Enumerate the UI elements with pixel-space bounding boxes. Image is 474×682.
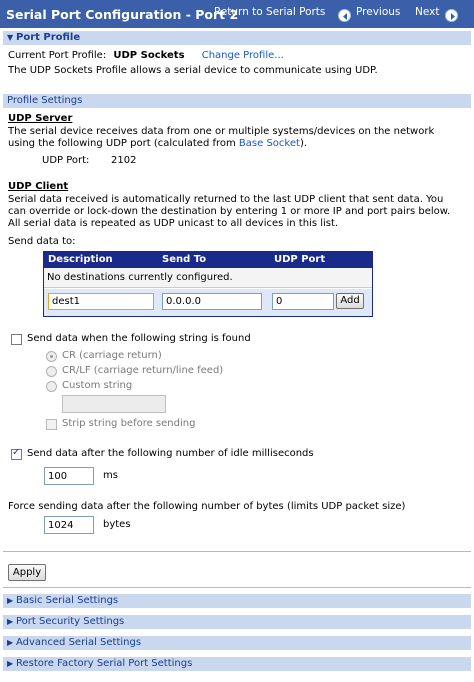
return-to-serial-ports-link[interactable]: Return to Serial Ports — [214, 6, 325, 18]
string-trigger-label: Send data when the following string is f… — [27, 333, 251, 344]
udp-port-input[interactable] — [272, 293, 334, 310]
custom-string-input[interactable] — [62, 395, 166, 413]
udp-server-heading: UDP Server — [8, 113, 73, 124]
section-label: Basic Serial Settings — [16, 595, 119, 606]
profile-settings-section-header: Profile Settings — [3, 94, 471, 108]
profile-settings-section-label: Profile Settings — [7, 95, 83, 106]
radio-crlf-label: CR/LF (carriage return/line feed) — [62, 365, 224, 376]
collapsed-triangle-icon: ▶ — [7, 638, 14, 647]
udp-client-heading: UDP Client — [8, 181, 69, 192]
expanded-triangle-icon: ▼ — [7, 33, 14, 42]
udp-client-desc-line1: Serial data received is automatically re… — [8, 194, 444, 205]
collapsed-triangle-icon: ▶ — [7, 617, 14, 626]
current-profile-row: Current Port Profile: UDP Sockets Change… — [8, 50, 284, 61]
udp-server-desc-line2: using the following UDP port (calculated… — [8, 138, 307, 149]
radio-custom-string-label: Custom string — [62, 380, 133, 391]
force-send-label: Force sending data after the following n… — [8, 501, 406, 512]
destinations-table-header: Description Send To UDP Port — [44, 252, 372, 268]
radio-custom-string[interactable] — [46, 381, 57, 392]
udp-server-desc-suffix: ). — [299, 138, 308, 149]
table-input-row: Add — [44, 289, 372, 316]
send-to-input[interactable] — [162, 293, 262, 310]
udp-client-desc-line2: can override or lock-down the destinatio… — [8, 206, 451, 217]
port-profile-section-header[interactable]: ▼ Port Profile — [3, 31, 471, 45]
current-profile-label: Current Port Profile: — [8, 50, 107, 61]
destinations-table: Description Send To UDP Port No destinat… — [43, 251, 373, 317]
empty-message: No destinations currently configured. — [47, 272, 233, 283]
advanced-serial-settings-section[interactable]: ▶ Advanced Serial Settings — [3, 636, 471, 650]
radio-cr[interactable] — [46, 351, 57, 362]
title-bar: Serial Port Configuration - Port 2 Retur… — [0, 0, 474, 28]
basic-serial-settings-section[interactable]: ▶ Basic Serial Settings — [3, 594, 471, 608]
previous-link[interactable]: Previous — [356, 6, 400, 18]
add-button[interactable]: Add — [336, 293, 364, 309]
string-trigger-checkbox[interactable] — [11, 334, 22, 345]
change-profile-link[interactable]: Change Profile... — [202, 50, 284, 61]
udp-port-value: 2102 — [111, 155, 137, 166]
current-profile-value: UDP Sockets — [113, 50, 185, 61]
profile-description: The UDP Sockets Profile allows a serial … — [8, 65, 378, 76]
udp-server-desc-line1: The serial device receives data from one… — [8, 126, 435, 137]
port-profile-section-label: Port Profile — [16, 32, 81, 43]
column-header-description: Description — [48, 254, 113, 265]
udp-server-desc-prefix: using the following UDP port (calculated… — [8, 138, 239, 149]
column-header-udp-port: UDP Port — [274, 254, 326, 265]
idle-ms-input[interactable] — [44, 467, 94, 485]
section-label: Restore Factory Serial Port Settings — [16, 658, 193, 669]
port-security-settings-section[interactable]: ▶ Port Security Settings — [3, 615, 471, 629]
force-send-bytes-unit: bytes — [103, 519, 131, 530]
section-label: Port Security Settings — [16, 616, 125, 627]
strip-string-checkbox[interactable] — [46, 419, 57, 430]
divider — [3, 587, 471, 588]
idle-ms-unit: ms — [103, 470, 118, 481]
description-input[interactable] — [48, 293, 154, 310]
table-empty-row: No destinations currently configured. — [44, 268, 372, 288]
idle-trigger-label: Send data after the following number of … — [27, 448, 314, 459]
udp-client-desc-line3: All serial data is repeated as UDP unica… — [8, 218, 339, 229]
next-arrow-icon[interactable] — [445, 9, 458, 22]
next-link[interactable]: Next — [415, 6, 439, 18]
radio-cr-label: CR (carriage return) — [62, 350, 162, 361]
section-label: Advanced Serial Settings — [16, 637, 142, 648]
idle-trigger-checkbox[interactable] — [11, 447, 22, 460]
restore-factory-settings-section[interactable]: ▶ Restore Factory Serial Port Settings — [3, 657, 471, 671]
column-header-send-to: Send To — [162, 254, 207, 265]
force-send-bytes-input[interactable] — [44, 516, 94, 534]
collapsed-triangle-icon: ▶ — [7, 659, 14, 668]
send-data-to-label: Send data to: — [8, 236, 76, 247]
strip-string-label: Strip string before sending — [62, 418, 196, 429]
page-title: Serial Port Configuration - Port 2 — [6, 7, 239, 22]
apply-button[interactable]: Apply — [8, 564, 46, 581]
previous-arrow-icon[interactable] — [338, 9, 351, 22]
divider — [3, 551, 471, 552]
collapsed-triangle-icon: ▶ — [7, 596, 14, 605]
base-socket-link[interactable]: Base Socket — [239, 138, 300, 149]
radio-crlf[interactable] — [46, 366, 57, 377]
udp-port-label: UDP Port: — [42, 155, 90, 166]
